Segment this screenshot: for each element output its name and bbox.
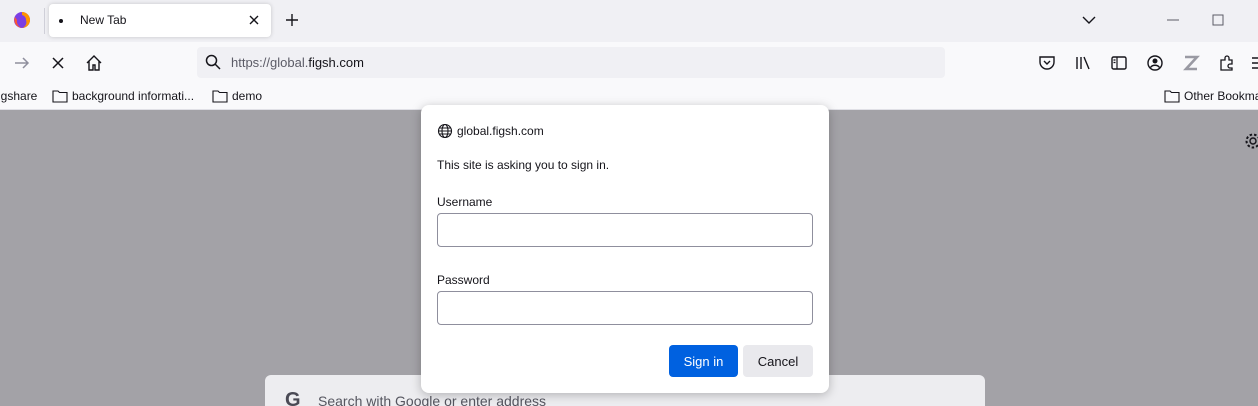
library-icon[interactable] [1073,53,1093,73]
tab-loading-dot [59,19,63,23]
home-icon[interactable] [84,53,104,73]
bookmark-folder-background[interactable]: background informati... [52,89,194,103]
google-icon: G [285,389,301,406]
menu-icon[interactable] [1249,53,1258,73]
bookmark-label: demo [232,89,263,103]
url-domain: figsh.com [308,55,364,70]
gear-icon[interactable] [1244,132,1258,150]
dialog-message: This site is asking you to sign in. [437,158,610,172]
chevron-down-icon[interactable] [1080,11,1098,29]
url-prefix: https://global. [231,55,309,70]
folder-icon [52,90,68,103]
password-field[interactable] [437,291,813,325]
globe-icon [437,123,453,139]
folder-icon [1164,90,1180,103]
url-text[interactable]: https://global.figsh.com [231,55,364,70]
tab-strip: New Tab [0,0,1258,42]
close-icon[interactable] [245,11,263,29]
bookmark-item[interactable]: igshare [0,89,37,103]
tab-title: New Tab [80,13,127,27]
url-bar[interactable]: https://global.figsh.com [197,47,945,78]
maximize-icon[interactable] [1209,12,1227,30]
pocket-icon[interactable] [1037,53,1057,73]
navigation-bar: https://global.figsh.com [0,42,1258,84]
folder-icon [212,90,228,103]
password-label: Password [437,273,490,287]
minimize-icon[interactable] [1164,12,1182,30]
bookmark-label: Other Bookma [1184,89,1258,103]
stop-loading-icon[interactable] [48,53,68,73]
sign-in-button[interactable]: Sign in [669,345,738,377]
firefox-logo-icon[interactable] [13,11,31,29]
username-field[interactable] [437,213,813,247]
bookmark-label: igshare [0,89,38,103]
forward-arrow-icon[interactable] [12,53,32,73]
bookmark-label: background informati... [72,89,195,103]
sign-in-dialog: global.figsh.com This site is asking you… [421,105,829,393]
other-bookmarks-folder[interactable]: Other Bookma [1164,89,1258,103]
bookmark-folder-demo[interactable]: demo [212,89,262,103]
dialog-host: global.figsh.com [437,123,544,139]
tab-new-tab[interactable]: New Tab [49,4,271,37]
sidebar-icon[interactable] [1109,53,1129,73]
search-icon [205,54,221,70]
search-placeholder: Search with Google or enter address [318,393,547,406]
username-label: Username [437,195,493,209]
extensions-puzzle-icon[interactable] [1217,53,1237,73]
cancel-button[interactable]: Cancel [743,345,813,377]
zotero-extension-icon[interactable] [1181,53,1201,73]
tab-separator [44,8,45,34]
dialog-host-text: global.figsh.com [457,124,544,138]
account-icon[interactable] [1145,53,1165,73]
new-tab-plus-icon[interactable] [283,11,301,29]
